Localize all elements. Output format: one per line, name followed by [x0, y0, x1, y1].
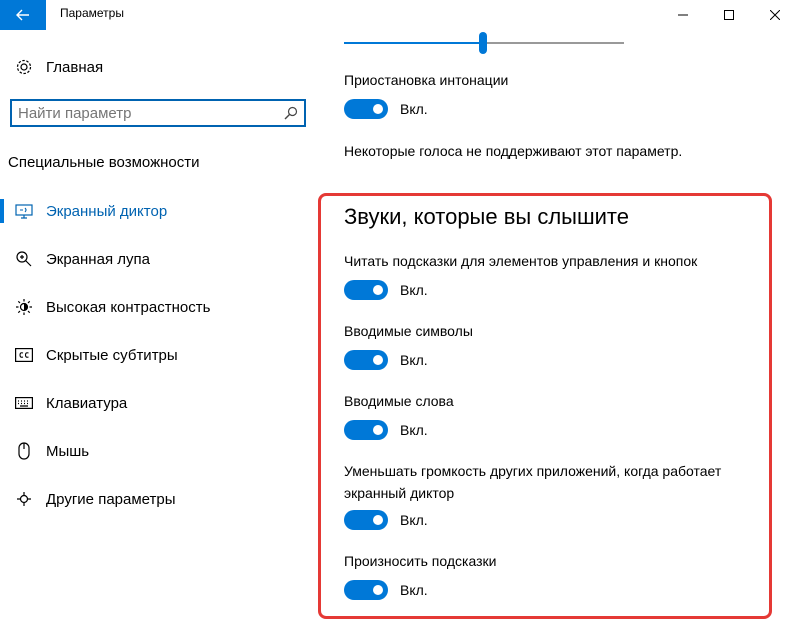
other-options-icon: [14, 489, 34, 509]
toggle-state-label: Вкл.: [400, 282, 428, 298]
window-title: Параметры: [60, 6, 124, 20]
maximize-button[interactable]: [706, 0, 752, 30]
toggle-knob: [373, 285, 383, 295]
sidebar-item-label: Экранная лупа: [46, 250, 150, 268]
closed-captions-icon: [14, 345, 34, 365]
toggle-knob: [373, 425, 383, 435]
title-bar: Параметры: [0, 0, 798, 30]
search-icon[interactable]: [284, 106, 298, 120]
hints-toggle[interactable]: [344, 280, 388, 300]
narrator-icon: [14, 201, 34, 221]
content-pane: Приостановка интонации Вкл. Некоторые го…: [318, 30, 798, 629]
sidebar-item-home[interactable]: Главная: [0, 47, 320, 87]
sidebar-item-narrator[interactable]: Экранный диктор: [0, 191, 320, 231]
sidebar-item-keyboard[interactable]: Клавиатура: [0, 383, 320, 423]
setting-label: Вводимые слова: [344, 393, 454, 409]
toggle-state-label: Вкл.: [400, 101, 428, 117]
gear-icon: [14, 57, 34, 77]
sidebar-item-other-options[interactable]: Другие параметры: [0, 479, 320, 519]
sidebar-item-label: Высокая контрастность: [46, 298, 211, 316]
sidebar: Главная Специальные возможности Экранный…: [0, 30, 320, 629]
typed-words-toggle[interactable]: [344, 420, 388, 440]
typed-characters-toggle[interactable]: [344, 350, 388, 370]
high-contrast-icon: [14, 297, 34, 317]
toggle-knob: [373, 515, 383, 525]
sidebar-item-label: Скрытые субтитры: [46, 346, 178, 364]
slider-track-filled: [344, 42, 484, 44]
sidebar-item-closed-captions[interactable]: Скрытые субтитры: [0, 335, 320, 375]
active-indicator: [0, 199, 4, 223]
search-input[interactable]: [18, 104, 268, 122]
sidebar-item-mouse[interactable]: Мышь: [0, 431, 320, 471]
toggle-knob: [373, 104, 383, 114]
sidebar-item-label: Мышь: [46, 442, 90, 460]
sidebar-item-label: Экранный диктор: [46, 202, 168, 220]
lower-volume-toggle[interactable]: [344, 510, 388, 530]
toggle-knob: [373, 585, 383, 595]
close-button[interactable]: [752, 0, 798, 30]
intonation-label: Приостановка интонации: [344, 72, 509, 88]
sidebar-item-label: Главная: [46, 58, 104, 76]
maximize-icon: [724, 10, 734, 20]
section-heading: Специальные возможности: [8, 154, 200, 171]
back-arrow-icon: [16, 9, 29, 21]
setting-label: Читать подсказки для элементов управлени…: [344, 253, 698, 269]
sidebar-item-label: Клавиатура: [46, 394, 128, 412]
slider-track-empty: [484, 42, 624, 44]
setting-label: Произносить подсказки: [344, 553, 497, 569]
sidebar-item-magnifier[interactable]: Экранная лупа: [0, 239, 320, 279]
intonation-toggle[interactable]: [344, 99, 388, 119]
voice-note: Некоторые голоса не поддерживают этот па…: [344, 143, 683, 159]
slider-thumb[interactable]: [479, 32, 487, 54]
mouse-icon: [14, 441, 34, 461]
toggle-state-label: Вкл.: [400, 512, 428, 528]
toggle-knob: [373, 355, 383, 365]
magnifier-icon: [14, 249, 34, 269]
minimize-button[interactable]: [660, 0, 706, 30]
search-box[interactable]: [10, 99, 306, 127]
close-icon: [770, 10, 780, 20]
toggle-state-label: Вкл.: [400, 422, 428, 438]
read-hints-toggle[interactable]: [344, 580, 388, 600]
sidebar-item-label: Другие параметры: [46, 490, 176, 508]
back-button[interactable]: [0, 0, 46, 30]
toggle-state-label: Вкл.: [400, 352, 428, 368]
sidebar-item-high-contrast[interactable]: Высокая контрастность: [0, 287, 320, 327]
keyboard-icon: [14, 393, 34, 413]
toggle-state-label: Вкл.: [400, 582, 428, 598]
setting-label: Вводимые символы: [344, 323, 473, 339]
setting-label: Уменьшать громкость других приложений, к…: [344, 463, 722, 501]
minimize-icon: [678, 14, 688, 16]
section-title: Звуки, которые вы слышите: [344, 204, 629, 229]
